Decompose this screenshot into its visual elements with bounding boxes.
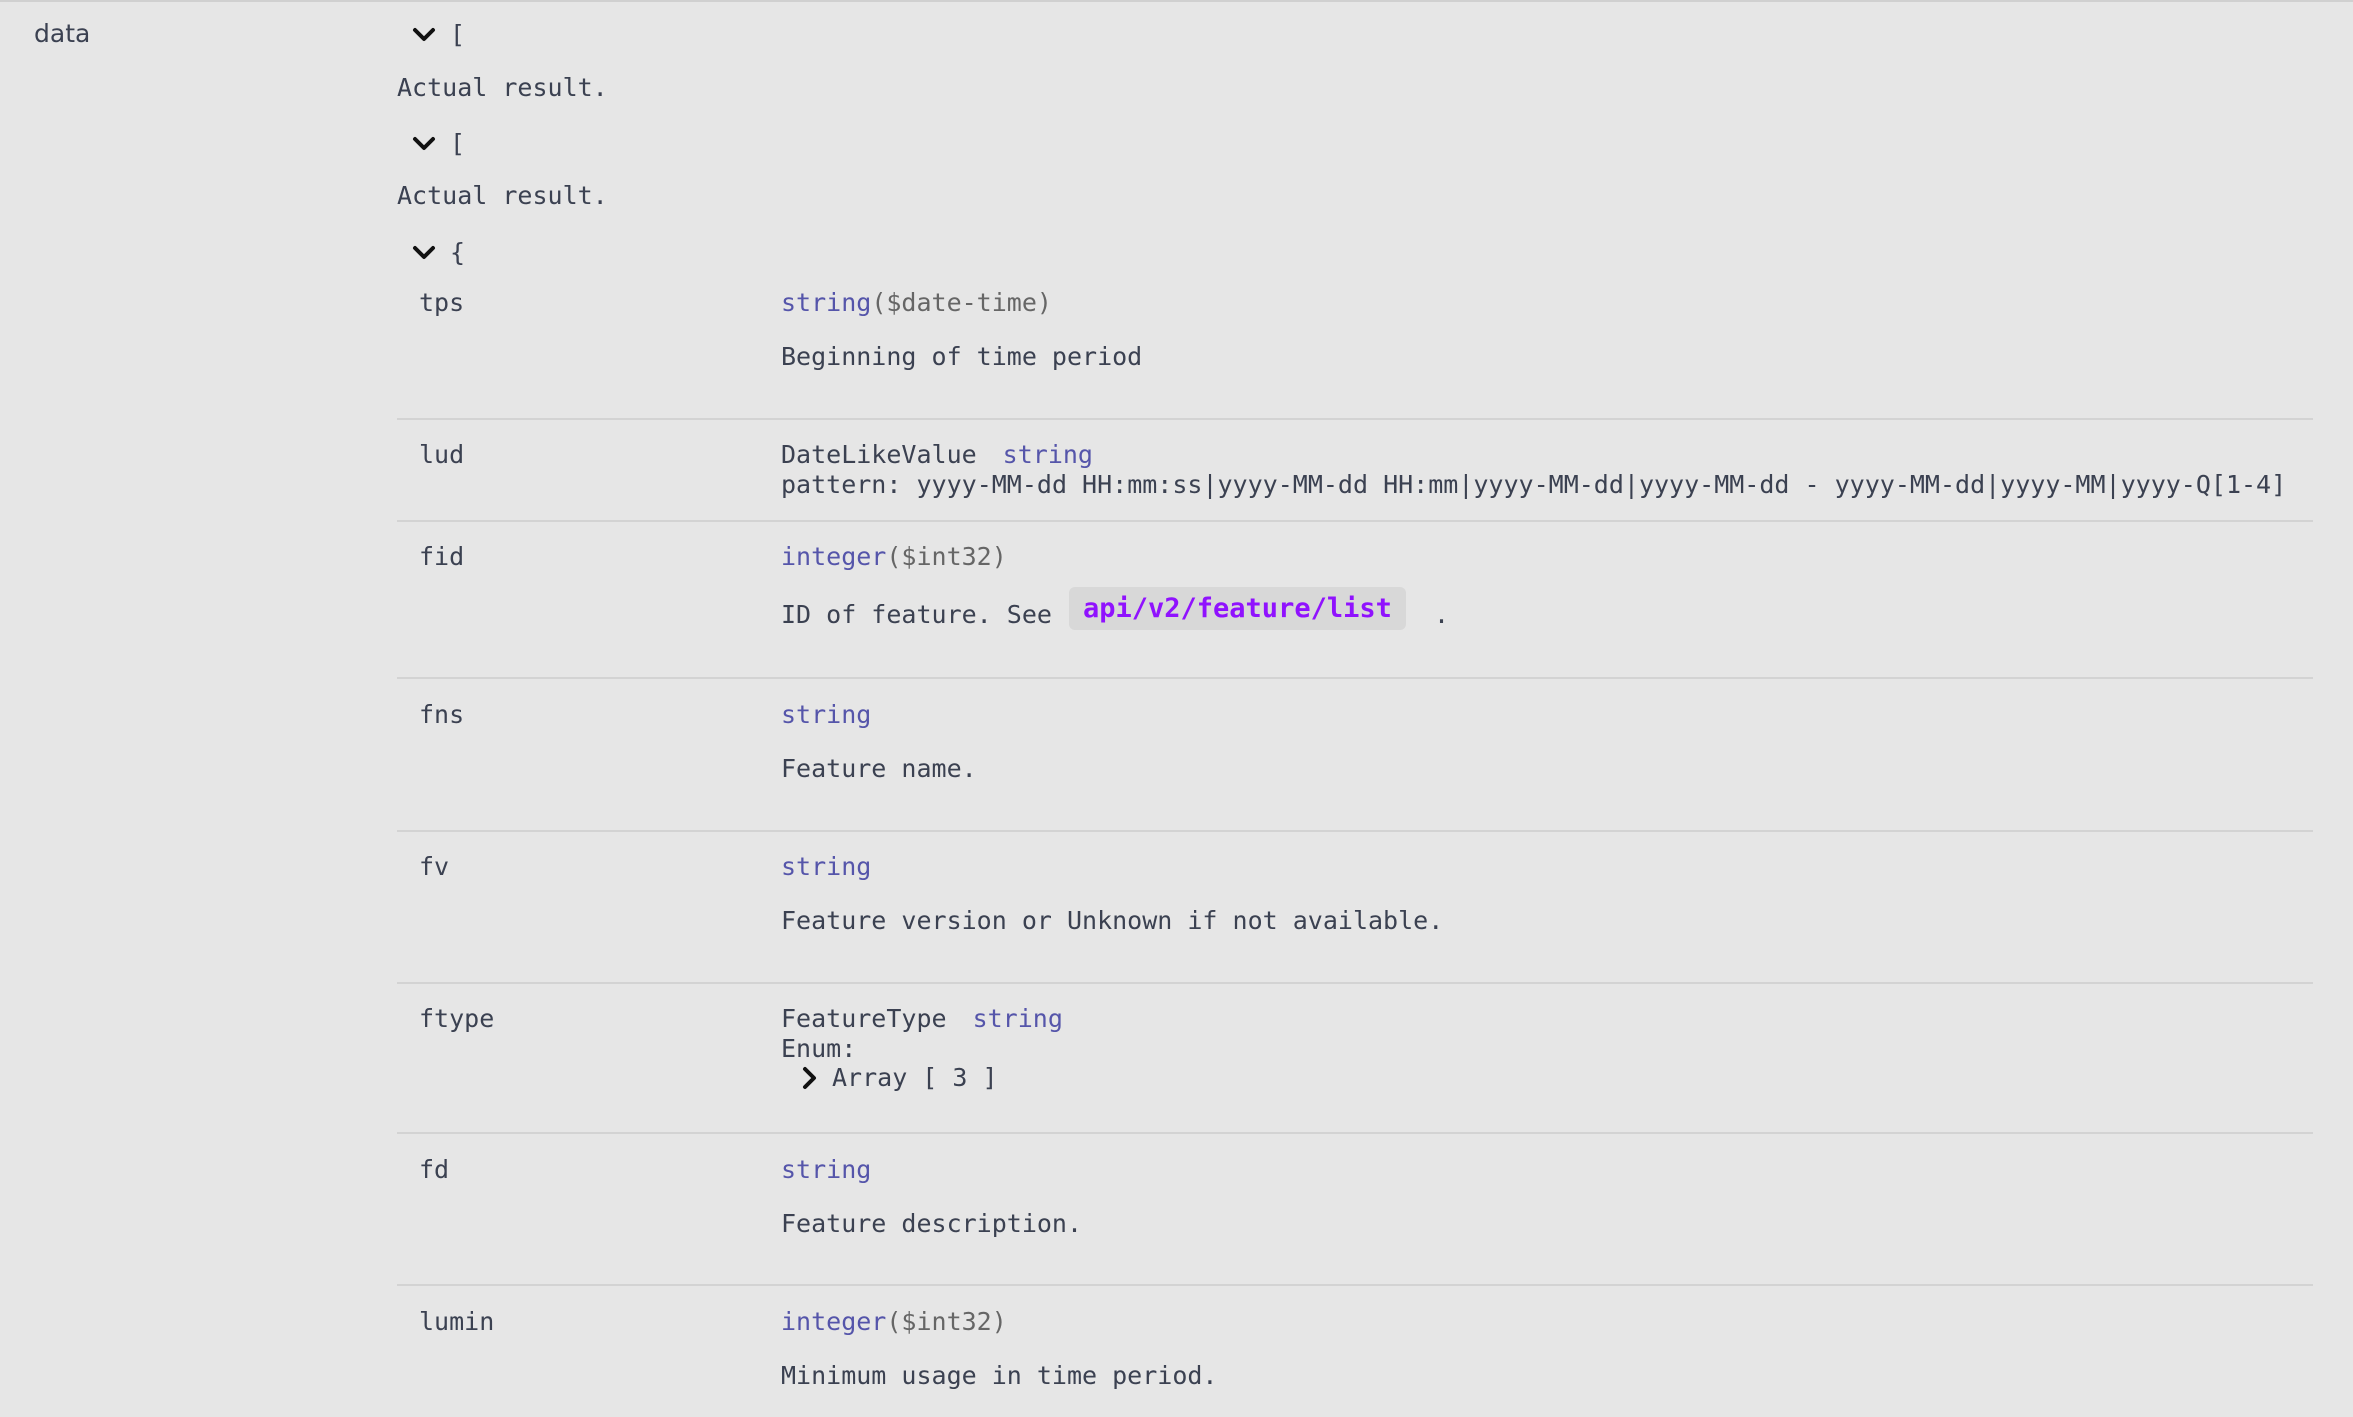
property-name-fns: fns [419,700,465,729]
property-name-lud: lud [419,440,465,469]
object-toggle[interactable]: { [412,238,465,267]
enum-array-label: Array [ 3 ] [832,1063,998,1092]
property-name-lumin: lumin [419,1307,495,1336]
outer-array-description: Actual result. [397,73,608,102]
property-description-fv: Feature version or Unknown if not availa… [781,906,1444,935]
property-name-ftype: ftype [419,1004,495,1033]
row-divider [397,677,2313,679]
feature-list-link[interactable]: api/v2/feature/list [1069,587,1406,630]
property-description-tps: Beginning of time period [781,342,1143,371]
property-name-tps: tps [419,288,465,317]
property-name-fid: fid [419,542,465,571]
root-property-name: data [34,19,91,48]
property-description-lumin: Minimum usage in time period. [781,1361,1218,1390]
property-type-fv: string [781,852,872,881]
property-description-fd: Feature description. [781,1209,1083,1238]
row-divider [397,418,2313,420]
format-label: ($int32) [886,542,1007,571]
chevron-down-icon [413,245,435,259]
property-type-tps: string($date-time) [781,288,1052,317]
chevron-right-icon [803,1066,816,1089]
type-label: string [972,1004,1063,1033]
property-type-fid: integer($int32) [781,542,1007,571]
row-divider [397,1132,2313,1134]
pattern-value: yyyy-MM-dd HH:mm:ss|yyyy-MM-dd HH:mm|yyy… [916,470,2287,499]
row-divider [397,520,2313,522]
object-bracket: { [450,238,466,267]
property-type-lud: DateLikeValue string [781,440,1093,469]
inner-array-bracket: [ [450,129,466,158]
type-label: integer [781,542,887,571]
model-name: DateLikeValue [781,440,977,469]
inner-array-description: Actual result. [397,181,608,210]
type-label: string [781,288,872,317]
pattern-label: pattern: [781,470,902,499]
type-label: integer [781,1307,887,1336]
property-type-lumin: integer($int32) [781,1307,1007,1336]
property-description-fns: Feature name. [781,754,977,783]
property-type-ftype: FeatureType string [781,1004,1063,1033]
property-description-fid-prefix: ID of feature. See [781,600,1052,629]
property-name-fv: fv [419,852,450,881]
property-description-fid-suffix: . [1434,600,1450,629]
inner-array-toggle[interactable]: [ [412,129,465,158]
type-label: string [1002,440,1093,469]
enum-array-toggle[interactable]: Array [ 3 ] [800,1063,998,1092]
property-type-fd: string [781,1155,872,1184]
format-label: ($int32) [886,1307,1007,1336]
format-label: ($date-time) [871,288,1052,317]
enum-label: Enum: [781,1034,857,1063]
model-name: FeatureType [781,1004,947,1033]
row-divider [397,982,2313,984]
outer-array-toggle[interactable]: [ [412,20,465,49]
top-border [0,0,2353,2]
chevron-down-icon [413,136,435,150]
property-pattern-lud: pattern: yyyy-MM-dd HH:mm:ss|yyyy-MM-dd … [781,470,2286,499]
property-type-fns: string [781,700,872,729]
property-name-fd: fd [419,1155,450,1184]
row-divider [397,1284,2313,1286]
outer-array-bracket: [ [450,20,466,49]
row-divider [397,830,2313,832]
chevron-down-icon [413,27,435,41]
